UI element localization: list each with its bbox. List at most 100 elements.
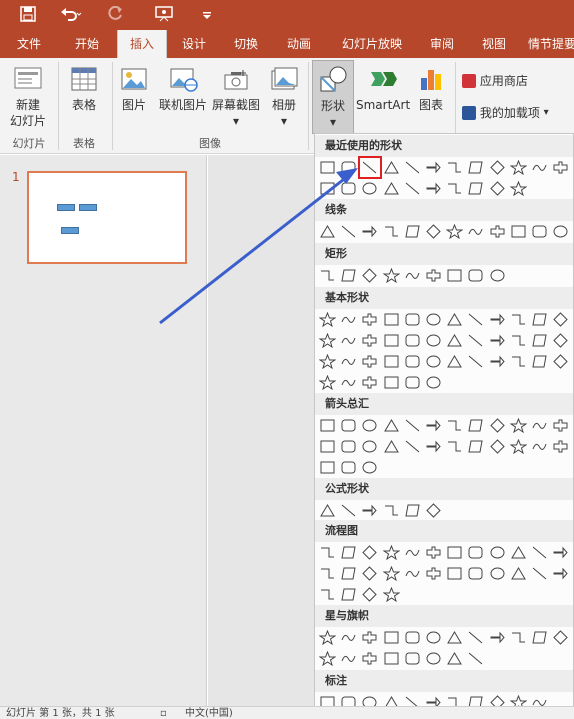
shape-icon[interactable] bbox=[444, 627, 465, 648]
shape-icon[interactable] bbox=[381, 351, 402, 372]
shape-icon[interactable] bbox=[317, 221, 338, 242]
shape-icon[interactable] bbox=[444, 178, 465, 199]
shape-icon[interactable] bbox=[444, 265, 465, 286]
shape-icon[interactable] bbox=[423, 563, 444, 584]
slide-editing-area[interactable] bbox=[208, 155, 314, 706]
shape-icon[interactable] bbox=[359, 351, 380, 372]
shape-icon[interactable] bbox=[423, 542, 444, 563]
shape-icon[interactable] bbox=[423, 500, 444, 521]
shape-icon[interactable] bbox=[359, 648, 380, 669]
shape-icon[interactable] bbox=[359, 457, 380, 478]
shape-icon[interactable] bbox=[338, 436, 359, 457]
shape-icon[interactable] bbox=[317, 157, 338, 178]
shape-icon[interactable] bbox=[338, 648, 359, 669]
shape-icon[interactable] bbox=[381, 500, 402, 521]
tab-transitions[interactable]: 切换 bbox=[222, 30, 270, 58]
shape-icon[interactable] bbox=[402, 221, 423, 242]
shape-icon[interactable] bbox=[402, 351, 423, 372]
shape-icon[interactable] bbox=[402, 627, 423, 648]
shape-icon[interactable] bbox=[550, 221, 571, 242]
shape-icon[interactable] bbox=[338, 627, 359, 648]
shape-icon[interactable] bbox=[487, 563, 508, 584]
shape-icon[interactable] bbox=[359, 627, 380, 648]
shape-icon[interactable] bbox=[338, 542, 359, 563]
slide-thumbnail[interactable] bbox=[27, 171, 187, 264]
shape-icon[interactable] bbox=[402, 415, 423, 436]
shape-icon[interactable] bbox=[423, 265, 444, 286]
shape-icon[interactable] bbox=[317, 436, 338, 457]
shape-icon[interactable] bbox=[381, 157, 402, 178]
shape-icon[interactable] bbox=[508, 627, 529, 648]
shape-icon[interactable] bbox=[402, 157, 423, 178]
tab-storyboarding[interactable]: 情节提要 bbox=[522, 30, 574, 58]
tab-slideshow[interactable]: 幻灯片放映 bbox=[330, 30, 414, 58]
shape-icon[interactable] bbox=[359, 372, 380, 393]
shape-icon[interactable] bbox=[465, 415, 486, 436]
undo-icon[interactable] bbox=[60, 6, 82, 27]
shape-icon[interactable] bbox=[465, 351, 486, 372]
shape-icon[interactable] bbox=[444, 221, 465, 242]
shape-icon[interactable] bbox=[317, 500, 338, 521]
shape-icon[interactable] bbox=[465, 627, 486, 648]
my-addins-button[interactable]: 我的加载项 ▾ bbox=[462, 104, 574, 121]
tab-file[interactable]: 文件 bbox=[4, 30, 54, 58]
shape-icon[interactable] bbox=[465, 265, 486, 286]
shape-icon[interactable] bbox=[359, 436, 380, 457]
customize-icon[interactable] bbox=[202, 6, 212, 27]
shape-icon[interactable] bbox=[359, 265, 380, 286]
shape-icon[interactable] bbox=[444, 436, 465, 457]
shape-icon[interactable] bbox=[423, 178, 444, 199]
shape-icon[interactable] bbox=[317, 542, 338, 563]
shape-icon[interactable] bbox=[423, 436, 444, 457]
shape-icon[interactable] bbox=[317, 265, 338, 286]
shape-icon[interactable] bbox=[317, 457, 338, 478]
shape-icon[interactable] bbox=[529, 436, 550, 457]
shape-icon[interactable] bbox=[444, 330, 465, 351]
shape-icon[interactable] bbox=[508, 415, 529, 436]
shape-icon[interactable] bbox=[550, 157, 571, 178]
table-button[interactable]: 表格 bbox=[62, 64, 106, 113]
shape-icon[interactable] bbox=[338, 415, 359, 436]
shape-icon[interactable] bbox=[423, 351, 444, 372]
shape-icon[interactable] bbox=[444, 309, 465, 330]
shape-icon[interactable] bbox=[550, 309, 571, 330]
shape-icon[interactable] bbox=[338, 330, 359, 351]
shape-icon[interactable] bbox=[508, 178, 529, 199]
shape-icon[interactable] bbox=[317, 351, 338, 372]
shape-icon[interactable] bbox=[423, 415, 444, 436]
shape-icon[interactable] bbox=[359, 330, 380, 351]
shape-icon[interactable] bbox=[550, 627, 571, 648]
line-shape-icon[interactable] bbox=[358, 156, 382, 179]
shape-icon[interactable] bbox=[529, 563, 550, 584]
shape-icon[interactable] bbox=[359, 563, 380, 584]
language-status[interactable]: 中文(中国) bbox=[185, 707, 233, 719]
shape-icon[interactable] bbox=[338, 563, 359, 584]
shape-icon[interactable] bbox=[359, 500, 380, 521]
shape-icon[interactable] bbox=[359, 542, 380, 563]
shape-icon[interactable] bbox=[338, 265, 359, 286]
shape-icon[interactable] bbox=[550, 415, 571, 436]
shape-icon[interactable] bbox=[465, 221, 486, 242]
shape-icon[interactable] bbox=[317, 584, 338, 605]
shape-icon[interactable] bbox=[381, 584, 402, 605]
shape-icon[interactable] bbox=[402, 372, 423, 393]
shape-icon[interactable] bbox=[359, 309, 380, 330]
shape-icon[interactable] bbox=[487, 330, 508, 351]
shape-icon[interactable] bbox=[381, 436, 402, 457]
shape-icon[interactable] bbox=[381, 627, 402, 648]
shape-icon[interactable] bbox=[317, 415, 338, 436]
shape-icon[interactable] bbox=[550, 563, 571, 584]
shape-icon[interactable] bbox=[402, 178, 423, 199]
shape-icon[interactable] bbox=[550, 351, 571, 372]
shape-icon[interactable] bbox=[508, 542, 529, 563]
shape-icon[interactable] bbox=[338, 221, 359, 242]
present-icon[interactable] bbox=[155, 6, 173, 27]
online-picture-button[interactable]: 联机图片 bbox=[155, 64, 211, 113]
shape-icon[interactable] bbox=[381, 563, 402, 584]
shape-icon[interactable] bbox=[529, 351, 550, 372]
smartart-button[interactable]: SmartArt bbox=[356, 64, 410, 113]
shape-icon[interactable] bbox=[381, 372, 402, 393]
shape-icon[interactable] bbox=[508, 436, 529, 457]
shape-icon[interactable] bbox=[317, 563, 338, 584]
shape-icon[interactable] bbox=[465, 542, 486, 563]
